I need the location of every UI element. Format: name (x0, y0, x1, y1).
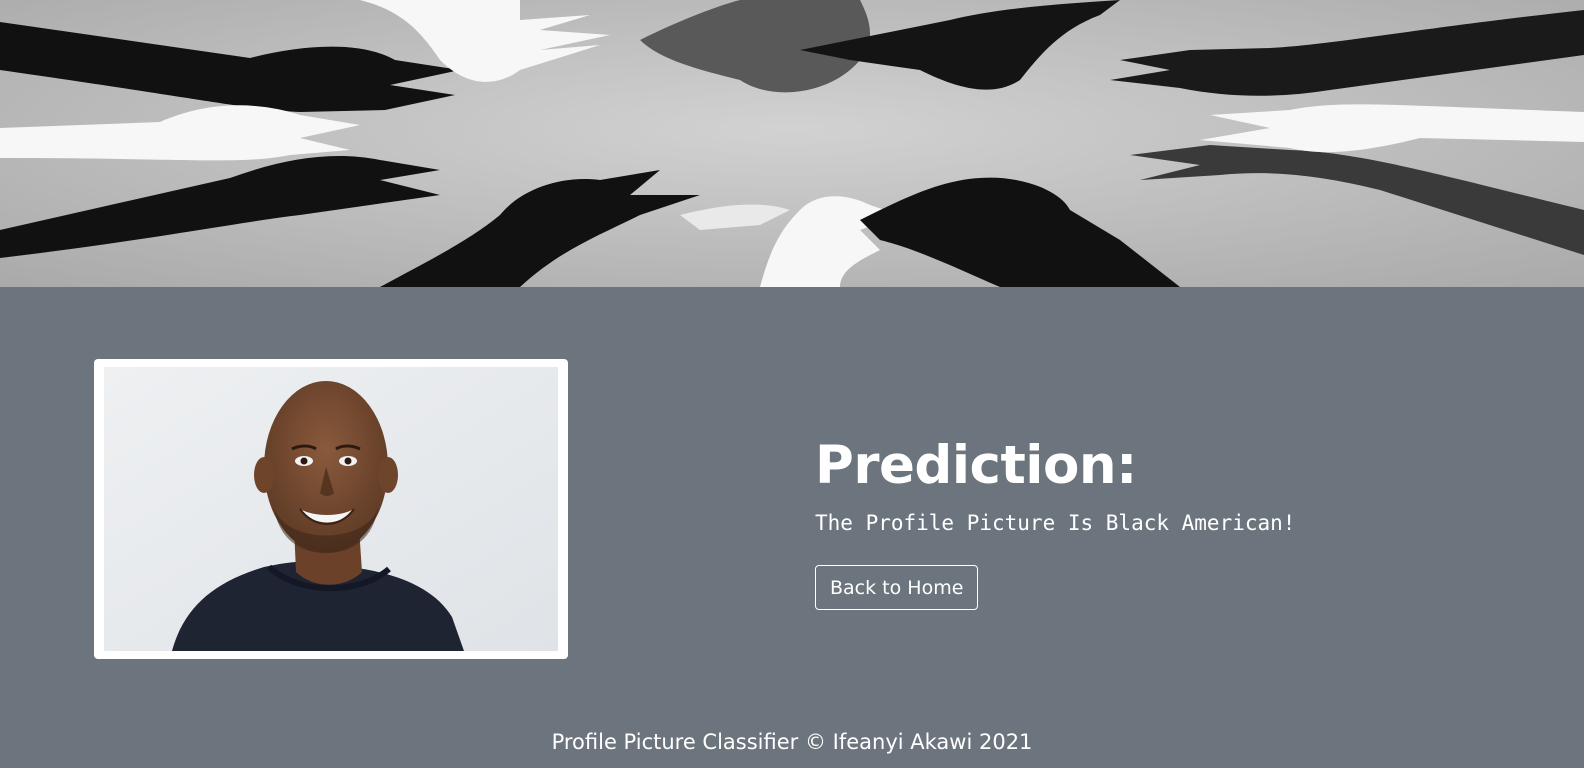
result-section: Prediction: The Profile Picture Is Black… (0, 287, 1584, 768)
prediction-result-text: The Profile Picture Is Black American! (815, 511, 1296, 535)
page: Prediction: The Profile Picture Is Black… (0, 0, 1584, 768)
profile-photo (104, 367, 558, 651)
hero-banner (0, 0, 1584, 287)
hands-banner-image (0, 0, 1584, 287)
profile-photo-card (94, 359, 568, 659)
footer-text: Profile Picture Classifier © Ifeanyi Aka… (551, 730, 1033, 754)
prediction-title: Prediction: (815, 435, 1137, 496)
profile-portrait-image (104, 367, 558, 651)
back-to-home-button[interactable]: Back to Home (815, 565, 979, 610)
prediction-panel: Prediction: The Profile Picture Is Black… (815, 435, 1515, 610)
